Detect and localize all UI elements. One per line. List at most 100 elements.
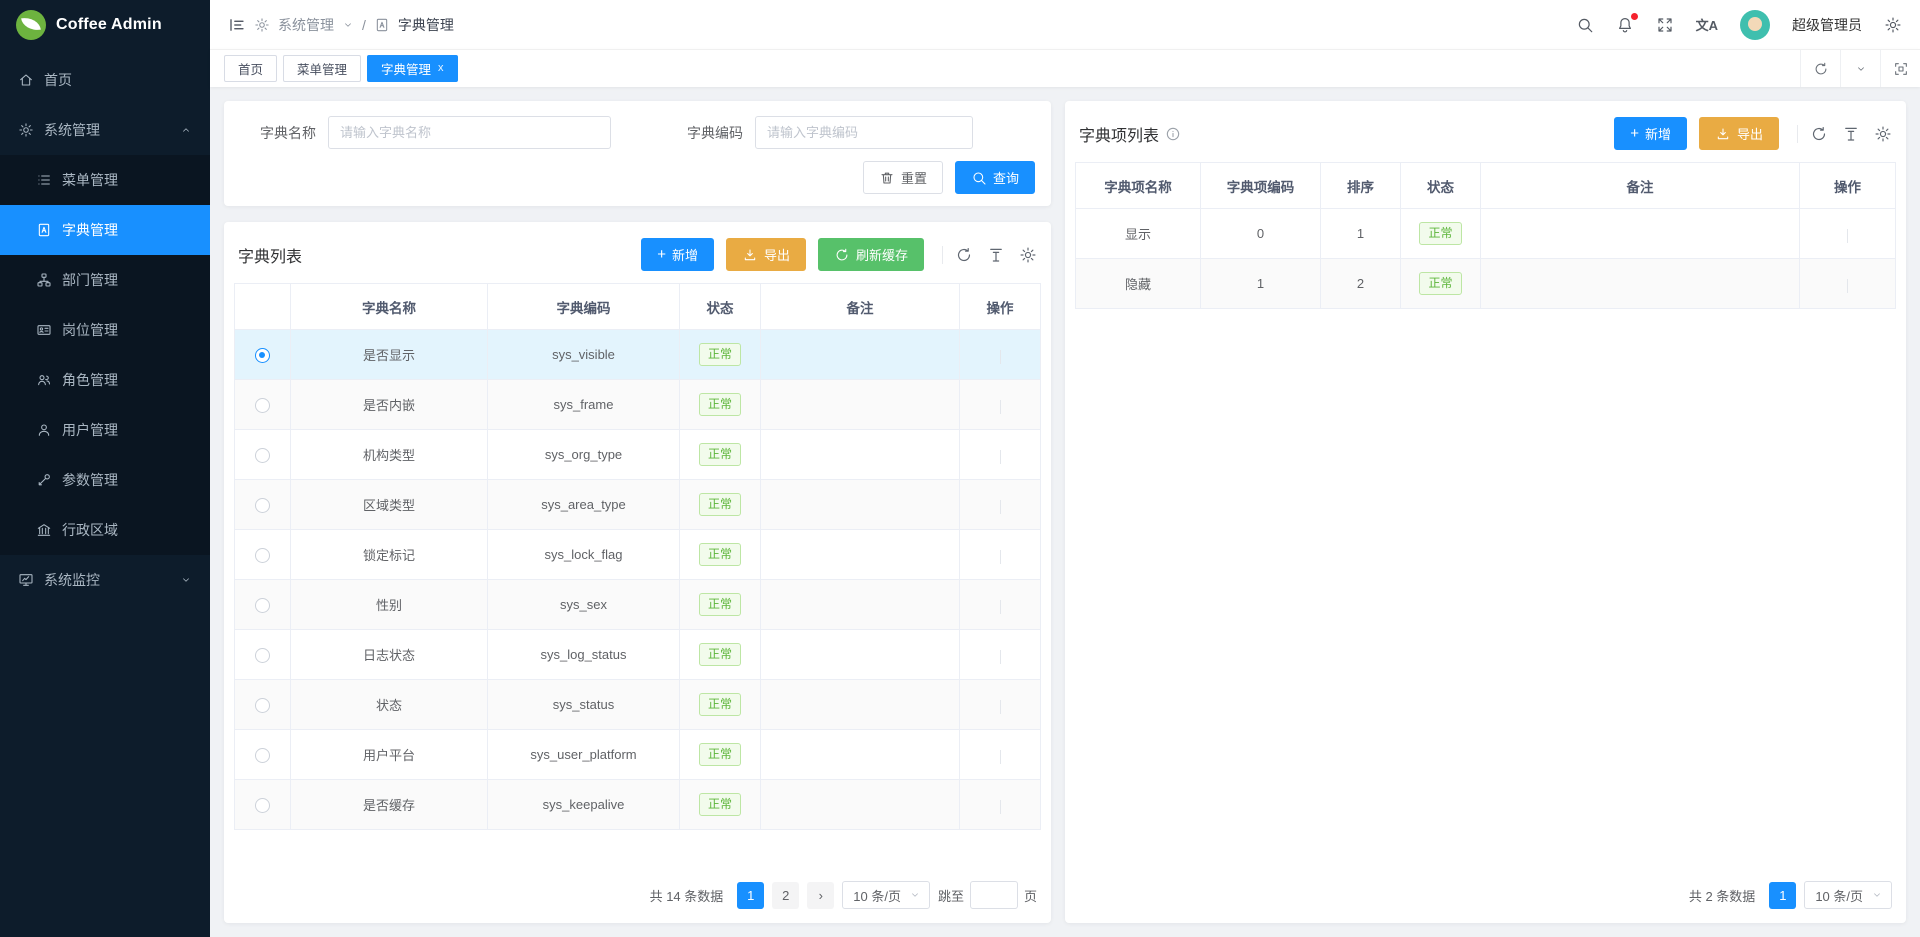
table-row[interactable]: 显示01正常: [1076, 209, 1896, 259]
page-size-select[interactable]: 10 条/页: [1804, 881, 1892, 909]
dict-name-cell: 机构类型: [291, 430, 488, 480]
table-refresh-icon[interactable]: [955, 246, 973, 264]
dict-icon: [36, 222, 52, 238]
sidebar-item-dept[interactable]: 部门管理: [0, 255, 210, 305]
column-height-icon[interactable]: [987, 246, 1005, 264]
role-icon: [36, 372, 52, 388]
table-row[interactable]: 日志状态sys_log_status正常: [235, 630, 1041, 680]
table-settings-icon[interactable]: [1874, 125, 1892, 143]
sidebar-item-area[interactable]: 行政区域: [0, 505, 210, 555]
avatar[interactable]: [1740, 10, 1770, 40]
tab-字典管理[interactable]: 字典管理 x: [367, 55, 458, 82]
next-page-button[interactable]: ›: [807, 882, 834, 909]
settings-gear-icon[interactable]: [1884, 16, 1902, 34]
sidebar-item-home[interactable]: 首页: [0, 55, 210, 105]
sidebar-item-role[interactable]: 角色管理: [0, 355, 210, 405]
operation-divider: [1000, 350, 1001, 364]
tab-label: 字典管理: [381, 59, 431, 78]
maximize-icon: [1893, 61, 1909, 77]
dict-name-cell: 锁定标记: [291, 530, 488, 580]
dict-name-input[interactable]: [328, 116, 611, 149]
operation-divider: [1000, 650, 1001, 664]
tabs-maximize-button[interactable]: [1880, 50, 1920, 87]
menu-fold-icon[interactable]: [228, 16, 246, 34]
radio-cell: [235, 480, 291, 530]
table-row[interactable]: 锁定标记sys_lock_flag正常: [235, 530, 1041, 580]
sidebar-item-dict[interactable]: 字典管理: [0, 205, 210, 255]
export-dict-item-button[interactable]: 导出: [1699, 117, 1779, 150]
sidebar-item-param[interactable]: 参数管理: [0, 455, 210, 505]
query-button[interactable]: 查询: [955, 161, 1035, 194]
radio-button[interactable]: [255, 698, 270, 713]
table-row[interactable]: 性别sys_sex正常: [235, 580, 1041, 630]
jump-page-input[interactable]: [970, 881, 1018, 909]
status-cell: 正常: [680, 380, 761, 430]
page-button-1[interactable]: 1: [1769, 882, 1796, 909]
sidebar: Coffee Admin 首页 系统管理 菜单管理字典管理部门管理岗位管理角色管…: [0, 0, 210, 937]
radio-button[interactable]: [255, 598, 270, 613]
reset-button[interactable]: 重置: [863, 161, 943, 194]
page-size-value: 10 条/页: [853, 886, 901, 905]
radio-button[interactable]: [255, 548, 270, 563]
table-row[interactable]: 机构类型sys_org_type正常: [235, 430, 1041, 480]
close-icon[interactable]: x: [438, 63, 444, 74]
page-size-select[interactable]: 10 条/页: [842, 881, 930, 909]
radio-button[interactable]: [255, 798, 270, 813]
table-settings-icon[interactable]: [1019, 246, 1037, 264]
status-badge: 正常: [699, 593, 741, 615]
notification-bell[interactable]: [1616, 16, 1634, 34]
dict-code-input[interactable]: [755, 116, 973, 149]
refresh-cache-button[interactable]: 刷新缓存: [818, 238, 924, 271]
radio-button[interactable]: [255, 748, 270, 763]
table-row[interactable]: 是否内嵌sys_frame正常: [235, 380, 1041, 430]
notification-dot: [1631, 13, 1638, 20]
dict-items-title: 字典项列表: [1079, 122, 1181, 146]
radio-button[interactable]: [255, 648, 270, 663]
page-button-2[interactable]: 2: [772, 882, 799, 909]
search-icon[interactable]: [1576, 16, 1594, 34]
radio-cell: [235, 580, 291, 630]
breadcrumb-section[interactable]: 系统管理: [278, 15, 334, 35]
table-row[interactable]: 状态sys_status正常: [235, 680, 1041, 730]
current-user-name[interactable]: 超级管理员: [1792, 15, 1862, 35]
language-switch-icon[interactable]: 文A: [1696, 15, 1718, 34]
sidebar-item-system[interactable]: 系统管理: [0, 105, 210, 155]
table-row[interactable]: 用户平台sys_user_platform正常: [235, 730, 1041, 780]
table-row[interactable]: 是否显示sys_visible正常: [235, 330, 1041, 380]
status-cell: 正常: [1401, 259, 1481, 309]
table-row[interactable]: 是否缓存sys_keepalive正常: [235, 780, 1041, 830]
row-operations: [992, 450, 1009, 464]
radio-button[interactable]: [255, 398, 270, 413]
area-icon: [36, 522, 52, 538]
add-dict-item-button[interactable]: + 新增: [1614, 117, 1687, 150]
row-operations: [992, 600, 1009, 614]
tabs-refresh-button[interactable]: [1800, 50, 1840, 87]
sidebar-item-user[interactable]: 用户管理: [0, 405, 210, 455]
sidebar-item-post[interactable]: 岗位管理: [0, 305, 210, 355]
dict-code-cell: sys_user_platform: [488, 730, 680, 780]
item-name-cell: 隐藏: [1076, 259, 1201, 309]
sidebar-item-monitor[interactable]: 系统监控: [0, 555, 210, 605]
table-row[interactable]: 隐藏12正常: [1076, 259, 1896, 309]
jump-suffix-label: 页: [1024, 886, 1037, 905]
radio-button[interactable]: [255, 448, 270, 463]
add-dict-button[interactable]: + 新增: [641, 238, 714, 271]
column-height-icon[interactable]: [1842, 125, 1860, 143]
operation-cell: [960, 380, 1041, 430]
sidebar-item-label: 系统监控: [44, 570, 100, 590]
tab-首页[interactable]: 首页: [224, 55, 277, 82]
tab-菜单管理[interactable]: 菜单管理: [283, 55, 361, 82]
operation-divider: [1000, 450, 1001, 464]
table-row[interactable]: 区域类型sys_area_type正常: [235, 480, 1041, 530]
radio-button[interactable]: [255, 348, 270, 363]
page-button-1[interactable]: 1: [737, 882, 764, 909]
fullscreen-icon[interactable]: [1656, 16, 1674, 34]
sidebar-item-menu[interactable]: 菜单管理: [0, 155, 210, 205]
table-refresh-icon[interactable]: [1810, 125, 1828, 143]
radio-button[interactable]: [255, 498, 270, 513]
tabs-menu-button[interactable]: [1840, 50, 1880, 87]
remark-cell: [761, 630, 960, 680]
export-dict-button[interactable]: 导出: [726, 238, 806, 271]
dict-name-cell: 是否缓存: [291, 780, 488, 830]
remark-cell: [761, 530, 960, 580]
